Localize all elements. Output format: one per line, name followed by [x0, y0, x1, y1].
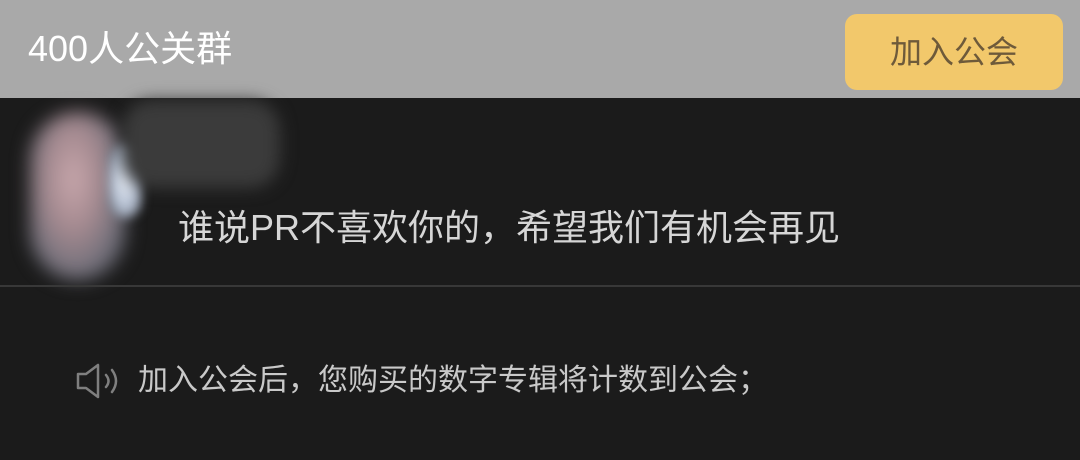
notice-text: 加入公会后，您购买的数字专辑将计数到公会；: [138, 364, 768, 397]
message-text: 谁说PR不喜欢你的，希望我们有机会再见: [178, 207, 841, 248]
join-guild-button[interactable]: 加入公会: [845, 14, 1063, 90]
group-title: 400人公关群: [28, 28, 233, 69]
group-announcement-screen: 400人公关群 加入公会 谁说PR不喜欢你的，希望我们有机会再见 加入公会后，您…: [0, 0, 1080, 460]
username-blurred: [122, 100, 280, 188]
header-bar: 400人公关群 加入公会: [0, 0, 1080, 98]
divider: [0, 285, 1080, 287]
speaker-icon: [76, 363, 118, 399]
